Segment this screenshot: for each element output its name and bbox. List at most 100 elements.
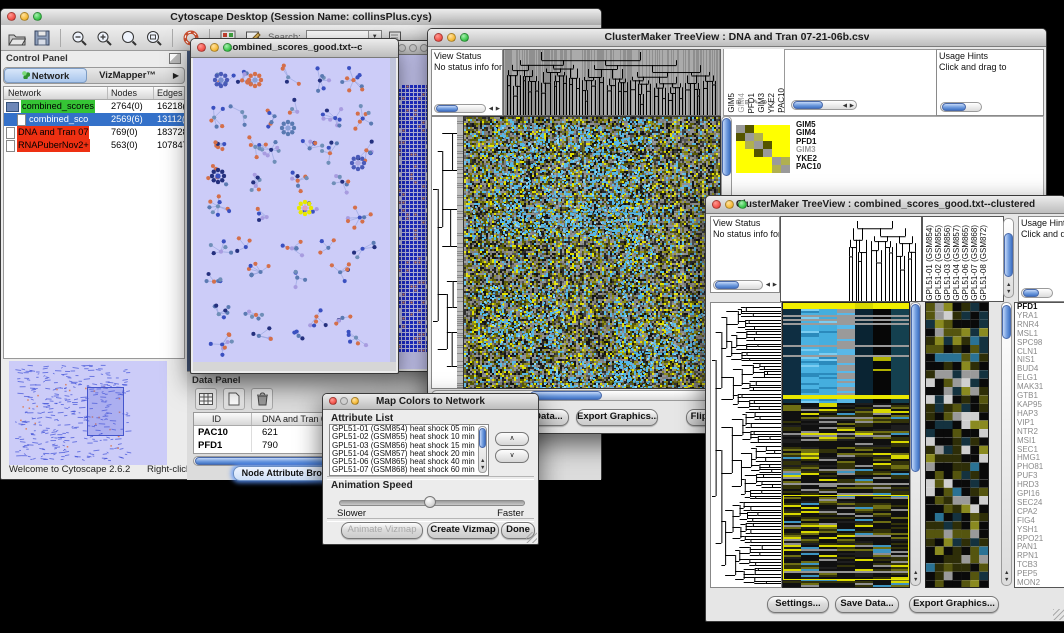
column-dendrogram-canvas[interactable] bbox=[503, 49, 721, 116]
save-data-button[interactable]: Save Data... bbox=[835, 596, 899, 613]
move-up-button[interactable]: ∧ bbox=[495, 432, 529, 446]
scroll-down-icon[interactable] bbox=[1004, 577, 1009, 583]
open-session-icon[interactable] bbox=[7, 29, 27, 47]
close-icon[interactable] bbox=[329, 397, 337, 405]
network-row[interactable]: DNA and Tran 07769(0)183728(0) bbox=[4, 126, 184, 139]
scroll-up-icon[interactable] bbox=[480, 458, 485, 464]
zoom-window-icon[interactable] bbox=[738, 200, 747, 209]
scroll-down-icon[interactable] bbox=[913, 577, 918, 583]
close-icon[interactable] bbox=[434, 33, 443, 42]
detail-vscrollbar[interactable] bbox=[1001, 302, 1012, 586]
animation-speed-slider[interactable] bbox=[339, 500, 525, 506]
delete-attribute-icon[interactable] bbox=[251, 388, 273, 410]
scroll-up-icon[interactable] bbox=[1006, 282, 1011, 288]
column-label: GPL51-04 (GSM857) bbox=[952, 225, 961, 301]
view-status-hscrollbar[interactable] bbox=[434, 104, 486, 113]
detach-panel-icon[interactable] bbox=[169, 53, 181, 64]
row-dendrogram-canvas[interactable] bbox=[431, 116, 464, 389]
col-network[interactable]: Network bbox=[4, 87, 108, 99]
tab-network[interactable]: Network bbox=[4, 68, 87, 83]
attribute-item[interactable]: GPL51-07 (GSM868) heat shock 60 min bbox=[330, 466, 488, 474]
attribute-list-vscrollbar[interactable] bbox=[478, 426, 487, 473]
scroll-left-icon[interactable] bbox=[843, 103, 847, 109]
close-icon[interactable] bbox=[197, 43, 206, 52]
scroll-right-icon[interactable] bbox=[496, 106, 500, 112]
matrix-cell bbox=[754, 157, 763, 165]
matrix-cell bbox=[754, 149, 763, 157]
attribute-grid-icon[interactable] bbox=[195, 388, 217, 410]
scroll-down-icon[interactable] bbox=[480, 465, 485, 471]
network-scroll-gutter[interactable] bbox=[390, 58, 396, 362]
tab-vizmapper[interactable]: VizMapper™ bbox=[87, 68, 168, 83]
columns-vscrollbar[interactable] bbox=[1003, 218, 1014, 298]
zoom-selected-icon[interactable] bbox=[119, 29, 139, 47]
scroll-right-icon[interactable] bbox=[850, 103, 854, 109]
correlation-matrix[interactable] bbox=[736, 125, 790, 173]
save-session-icon[interactable] bbox=[32, 29, 52, 47]
zoom-fit-icon[interactable] bbox=[144, 29, 164, 47]
view-status-hscrollbar[interactable] bbox=[713, 280, 763, 290]
matrix-cell bbox=[781, 157, 790, 165]
zoom-window-icon[interactable] bbox=[460, 33, 469, 42]
move-down-button[interactable]: ∨ bbox=[495, 449, 529, 463]
heatmap-canvas[interactable] bbox=[463, 116, 721, 389]
treeview2-titlebar[interactable]: ClusterMaker TreeView : combined_scores_… bbox=[706, 196, 1064, 214]
scroll-up-icon[interactable] bbox=[913, 570, 918, 576]
matrix-hscrollbar[interactable] bbox=[791, 100, 857, 110]
column-dendrogram-canvas[interactable] bbox=[780, 216, 922, 302]
zoom-out-icon[interactable] bbox=[69, 29, 89, 47]
matrix-cell bbox=[754, 133, 763, 141]
close-icon[interactable] bbox=[712, 200, 721, 209]
heatmap-vscrollbar[interactable] bbox=[910, 302, 921, 586]
col-id[interactable]: ID bbox=[194, 413, 252, 425]
matrix-row-labels: GIM5GIM4PFD1GIM3YKE2PAC10 bbox=[796, 121, 821, 171]
minimize-icon[interactable] bbox=[725, 200, 734, 209]
close-icon[interactable] bbox=[398, 44, 406, 52]
row-dendrogram-canvas[interactable] bbox=[710, 302, 782, 588]
treeview1-titlebar[interactable]: ClusterMaker TreeView : DNA and Tran 07-… bbox=[428, 29, 1046, 47]
tab-overflow-arrow[interactable]: ▶ bbox=[168, 71, 184, 80]
matrix-label: PAC10 bbox=[796, 163, 821, 171]
scroll-left-icon[interactable] bbox=[489, 106, 493, 112]
zoom-detail-heatmap[interactable] bbox=[925, 302, 989, 588]
zoom-in-icon[interactable] bbox=[94, 29, 114, 47]
matrix-toolbar-icons[interactable]: ⊞ ⊟ ✎ ⊕ ➣ bbox=[736, 99, 777, 106]
slider-thumb[interactable] bbox=[424, 496, 436, 508]
minimize-icon[interactable] bbox=[20, 12, 29, 21]
attribute-list[interactable]: GPL51-01 (GSM854) heat shock 05 minGPL51… bbox=[329, 424, 489, 476]
zoom-window-icon[interactable] bbox=[223, 43, 232, 52]
network-row[interactable]: combined_sco2569(6)13112(15) bbox=[4, 113, 184, 126]
col-nodes[interactable]: Nodes bbox=[108, 87, 154, 99]
new-attribute-icon[interactable] bbox=[223, 388, 245, 410]
network-window-titlebar[interactable]: combined_scores_good.txt--cluste... bbox=[191, 39, 398, 58]
resize-grip[interactable] bbox=[1053, 609, 1064, 620]
create-vizmap-button[interactable]: Create Vizmap bbox=[427, 522, 499, 539]
minimize-icon[interactable] bbox=[409, 44, 417, 52]
scroll-down-icon[interactable] bbox=[1006, 289, 1011, 295]
network-canvas[interactable] bbox=[193, 58, 390, 362]
close-icon[interactable] bbox=[7, 12, 16, 21]
scroll-left-icon[interactable] bbox=[766, 282, 770, 288]
minimize-icon[interactable] bbox=[210, 43, 219, 52]
minimize-icon[interactable] bbox=[340, 397, 348, 405]
col-edges[interactable]: Edges bbox=[154, 87, 184, 99]
settings-button[interactable]: Settings... bbox=[767, 596, 829, 613]
usage-hints-hscrollbar[interactable] bbox=[940, 102, 982, 112]
zoom-window-icon[interactable] bbox=[33, 12, 42, 21]
network-overview-thumbnail[interactable] bbox=[9, 361, 167, 465]
dialog-titlebar[interactable]: Map Colors to Network bbox=[323, 394, 538, 410]
network-table-header[interactable]: Network Nodes Edges bbox=[4, 87, 184, 100]
heatmap-canvas[interactable] bbox=[782, 302, 910, 588]
zoom-window-icon[interactable] bbox=[351, 397, 359, 405]
export-graphics-button[interactable]: Export Graphics... bbox=[909, 596, 999, 613]
minimize-icon[interactable] bbox=[447, 33, 456, 42]
scroll-right-icon[interactable] bbox=[773, 282, 777, 288]
main-titlebar[interactable]: Cytoscape Desktop (Session Name: collins… bbox=[1, 9, 601, 26]
resize-grip[interactable] bbox=[526, 532, 537, 543]
network-row[interactable]: combined_scores2764(0)16218(0) bbox=[4, 100, 184, 113]
gene-list[interactable]: PFD1YRA1RNR4MSL1SPC98CLN1NIS1BUD4ELG1MAK… bbox=[1014, 302, 1064, 588]
network-row[interactable]: RNAPuberNov2+563(0)107847(0) bbox=[4, 139, 184, 152]
scroll-up-icon[interactable] bbox=[1004, 570, 1009, 576]
export-graphics-button[interactable]: Export Graphics... bbox=[576, 409, 658, 426]
usage-hints-hscrollbar[interactable] bbox=[1021, 288, 1053, 298]
